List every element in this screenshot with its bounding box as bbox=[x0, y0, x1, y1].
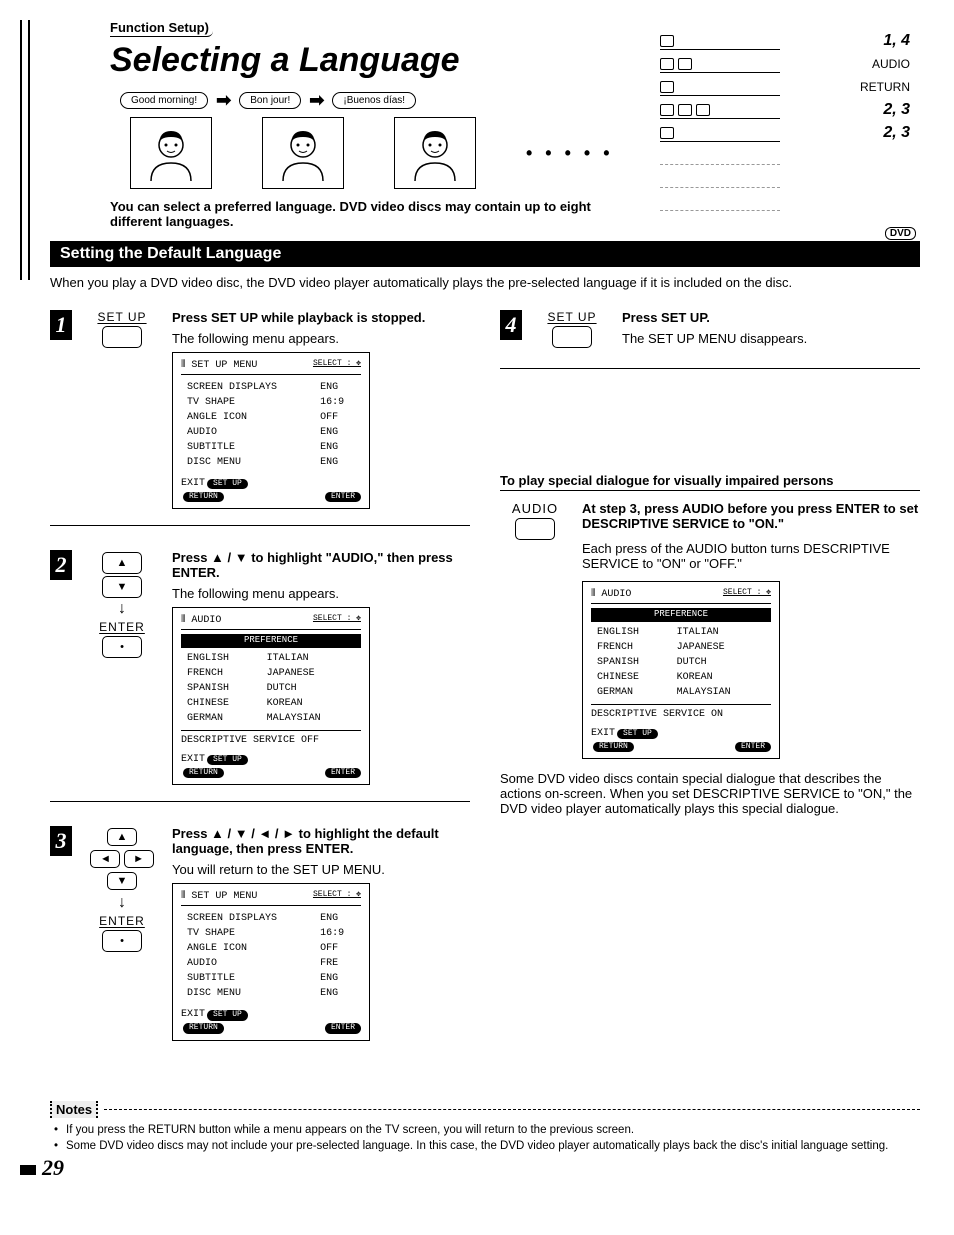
audio-button-icon bbox=[515, 518, 555, 540]
special-p1: At step 3, press AUDIO before you press … bbox=[582, 501, 920, 531]
remote-ref-2-3a: 2, 3 bbox=[883, 101, 910, 119]
notes-label: Notes bbox=[50, 1101, 98, 1118]
right-button-icon: ► bbox=[124, 850, 154, 868]
menu-rows: ENGLISHITALIANFRENCHJAPANESESPANISHDUTCH… bbox=[181, 650, 361, 727]
down-button-icon: ▼ bbox=[102, 576, 142, 598]
menu-rows: SCREEN DISPLAYSENGTV SHAPE16:9ANGLE ICON… bbox=[181, 379, 361, 471]
step-3-text: You will return to the SET UP MENU. bbox=[172, 862, 470, 877]
section-heading: Setting the Default Language DVD bbox=[50, 241, 920, 267]
breadcrumb: Function Setup bbox=[110, 20, 213, 37]
step-number-2: 2 bbox=[50, 550, 72, 580]
step-3: 3 ▲ ◄ ► ▼ ↓ ENTER • Press ▲ / ▼ / ◄ / ► … bbox=[50, 826, 470, 1056]
special-p2: Each press of the AUDIO button turns DES… bbox=[582, 541, 920, 571]
special-heading: To play special dialogue for visually im… bbox=[500, 473, 920, 491]
bubble-english: Good morning! bbox=[120, 92, 208, 109]
audio-menu-1: ⦀ AUDIOSELECT : ✥ PREFERENCE ENGLISHITAL… bbox=[172, 607, 370, 785]
section-heading-text: Setting the Default Language bbox=[60, 245, 281, 262]
note-item: Some DVD video discs may not include you… bbox=[54, 1140, 920, 1152]
setup-label: SET UP bbox=[82, 310, 162, 324]
remote-ref-return: RETURN bbox=[860, 80, 910, 94]
arrow-icon: ➡ bbox=[309, 90, 324, 111]
ellipsis-icon: • • • • • bbox=[526, 143, 614, 164]
person-icon bbox=[394, 117, 476, 189]
step-2-title: Press ▲ / ▼ to highlight "AUDIO," then p… bbox=[172, 550, 470, 580]
note-item: If you press the RETURN button while a m… bbox=[54, 1124, 920, 1136]
remote-reference-diagram: 1, 4 AUDIO RETURN 2, 3 2, 3 bbox=[660, 30, 910, 214]
lead-text: When you play a DVD video disc, the DVD … bbox=[50, 275, 920, 290]
step-1-title: Press SET UP while playback is stopped. bbox=[172, 310, 470, 325]
step-2: 2 ▲ ▼ ↓ ENTER • Press ▲ / ▼ to highlight… bbox=[50, 550, 470, 802]
step-number-1: 1 bbox=[50, 310, 72, 340]
dvd-badge: DVD bbox=[885, 227, 916, 240]
bubble-spanish: ¡Buenos días! bbox=[332, 92, 416, 109]
setup-menu-1: ⦀ SET UP MENUSELECT : ✥ SCREEN DISPLAYSE… bbox=[172, 352, 370, 509]
bubble-french: Bon jour! bbox=[239, 92, 301, 109]
enter-button-icon: • bbox=[102, 636, 142, 658]
special-p3: Some DVD video discs contain special dia… bbox=[500, 771, 920, 816]
page-edge-border bbox=[20, 20, 30, 280]
step-1-text: The following menu appears. bbox=[172, 331, 470, 346]
enter-label: ENTER bbox=[82, 620, 162, 634]
step-number-4: 4 bbox=[500, 310, 522, 340]
menu-rows: SCREEN DISPLAYSENGTV SHAPE16:9ANGLE ICON… bbox=[181, 910, 361, 1002]
enter-label: ENTER bbox=[82, 914, 162, 928]
person-icon bbox=[130, 117, 212, 189]
remote-ref-2-3b: 2, 3 bbox=[883, 124, 910, 142]
arrow-icon: ➡ bbox=[216, 90, 231, 111]
notes-rule bbox=[104, 1109, 920, 1110]
notes-list: If you press the RETURN button while a m… bbox=[54, 1124, 920, 1152]
remote-ref-audio: AUDIO bbox=[872, 57, 910, 71]
audio-label: AUDIO bbox=[500, 501, 570, 516]
setup-label: SET UP bbox=[532, 310, 612, 324]
setup-button-icon bbox=[552, 326, 592, 348]
page-number: 29 bbox=[20, 1155, 64, 1181]
setup-button-icon bbox=[102, 326, 142, 348]
enter-button-icon: • bbox=[102, 930, 142, 952]
audio-instruction-block: AUDIO At step 3, press AUDIO before you … bbox=[500, 501, 920, 759]
setup-menu-2: ⦀ SET UP MENUSELECT : ✥ SCREEN DISPLAYSE… bbox=[172, 883, 370, 1040]
up-button-icon: ▲ bbox=[107, 828, 137, 846]
step-3-title: Press ▲ / ▼ / ◄ / ► to highlight the def… bbox=[172, 826, 470, 856]
person-icon bbox=[262, 117, 344, 189]
step-4-title: Press SET UP. bbox=[622, 310, 920, 325]
audio-menu-2: ⦀ AUDIOSELECT : ✥ PREFERENCE ENGLISHITAL… bbox=[582, 581, 780, 759]
step-number-3: 3 bbox=[50, 826, 72, 856]
down-button-icon: ▼ bbox=[107, 872, 137, 890]
left-button-icon: ◄ bbox=[90, 850, 120, 868]
menu-rows: ENGLISHITALIANFRENCHJAPANESESPANISHDUTCH… bbox=[591, 624, 771, 701]
step-2-text: The following menu appears. bbox=[172, 586, 470, 601]
step-4: 4 SET UP Press SET UP. The SET UP MENU d… bbox=[500, 310, 920, 369]
notes-header: Notes bbox=[50, 1101, 920, 1118]
down-arrow-icon: ↓ bbox=[82, 600, 162, 618]
intro-text: You can select a preferred language. DVD… bbox=[110, 199, 610, 229]
step-4-text: The SET UP MENU disappears. bbox=[622, 331, 920, 346]
down-arrow-icon: ↓ bbox=[82, 894, 162, 912]
step-1: 1 SET UP Press SET UP while playback is … bbox=[50, 310, 470, 526]
up-button-icon: ▲ bbox=[102, 552, 142, 574]
remote-ref-1-4: 1, 4 bbox=[883, 32, 910, 50]
